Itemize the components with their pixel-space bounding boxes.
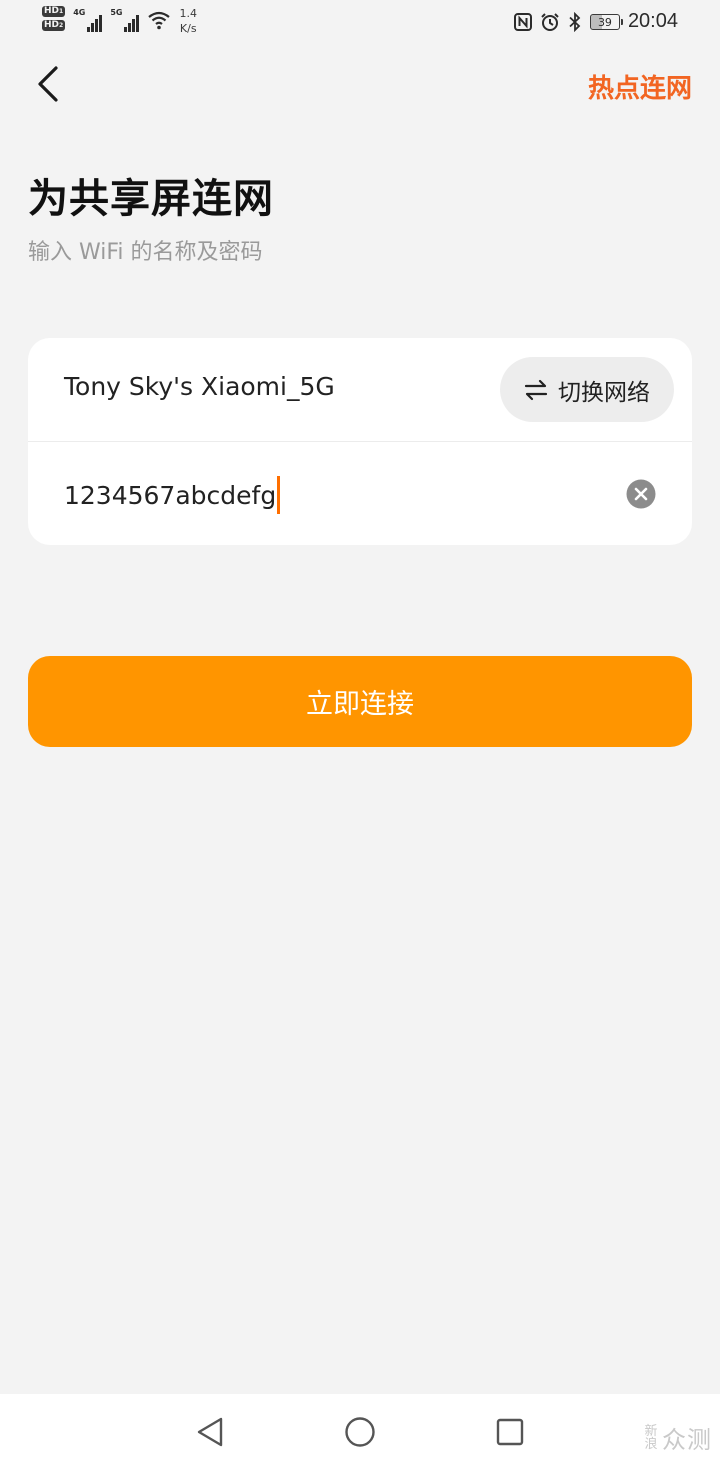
swap-arrows-icon [524,379,548,400]
battery-icon: 39 [589,13,623,30]
status-right: 39 20:04 [513,10,678,33]
network-speed: 1.4 K/s [179,6,197,36]
signal-5g-icon: 5G [110,6,140,32]
alarm-icon [541,12,559,31]
speed-unit: K/s [179,22,197,35]
watermark-small: 新 浪 [644,1425,658,1451]
chevron-left-icon [38,66,58,102]
watermark-bottom: 浪 [644,1436,658,1452]
net1-label: 4G [73,8,86,17]
hd-indicators: HD1 HD2 [42,6,66,31]
net2-label: 5G [110,8,123,17]
status-left: HD1 HD2 4G 5G 1.4 K/s [42,6,197,36]
status-time: 20:04 [627,10,678,32]
nav-back-button[interactable] [190,1412,230,1452]
watermark-top: 新 [644,1423,658,1439]
password-input[interactable]: 1234567abcdefg [64,476,281,514]
page-subtitle: 输入 WiFi 的名称及密码 [28,240,263,265]
nav-home-button[interactable] [340,1412,380,1452]
wifi-form-card: Tony Sky's Xiaomi_5G 切换网络 1234567abcdefg [28,338,692,545]
text-caret [277,476,281,514]
triangle-back-icon [197,1417,223,1447]
page-title: 为共享屏连网 [28,176,274,222]
clear-circle-icon[interactable] [626,479,656,509]
switch-network-button[interactable]: 切换网络 [500,357,674,422]
circle-home-icon [345,1417,375,1447]
wifi-icon [148,11,171,30]
hd1-badge: HD1 [42,6,66,17]
connect-now-button[interactable]: 立即连接 [28,656,692,747]
back-button[interactable] [28,64,68,104]
system-nav-bar: 新 浪 众测 [0,1394,720,1469]
square-recents-icon [496,1418,524,1446]
nav-recents-button[interactable] [490,1412,530,1452]
switch-network-label: 切换网络 [558,379,650,406]
hotspot-connect-link[interactable]: 热点连网 [588,68,692,105]
password-row: 1234567abcdefg [28,442,692,545]
watermark-big: 众测 [662,1426,712,1454]
speed-value: 1.4 [179,7,197,20]
connect-now-label: 立即连接 [306,689,414,720]
password-value: 1234567abcdefg [64,480,277,510]
bluetooth-icon [569,11,581,32]
signal-4g-icon: 4G [73,6,103,32]
hd2-badge: HD2 [42,20,66,31]
nfc-icon [513,12,532,31]
status-bar: HD1 HD2 4G 5G 1.4 K/s 39 20:04 [0,0,720,46]
ssid-value: Tony Sky's Xiaomi_5G [64,372,335,401]
watermark: 新 浪 众测 [644,1420,712,1455]
ssid-row: Tony Sky's Xiaomi_5G 切换网络 [28,338,692,441]
